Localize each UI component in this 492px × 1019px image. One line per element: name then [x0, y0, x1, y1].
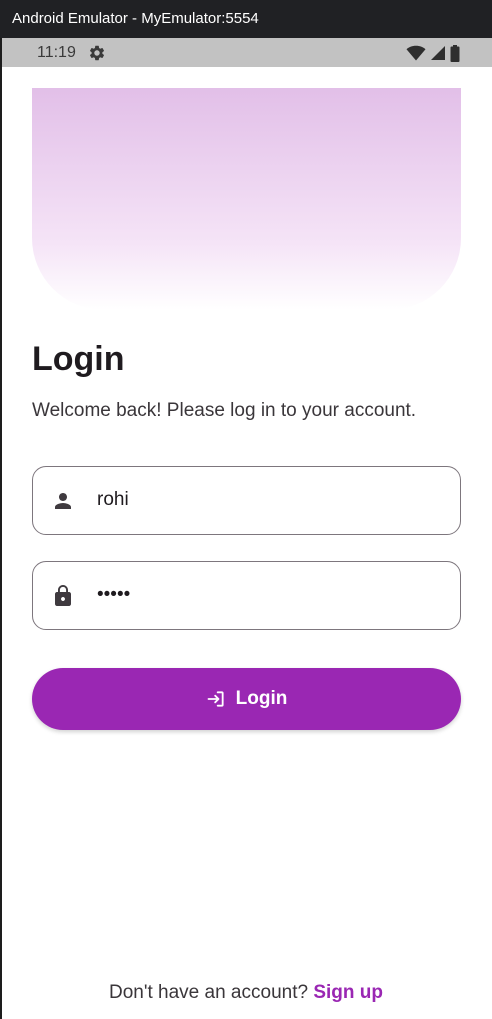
username-input[interactable] — [97, 467, 437, 533]
login-button-label: Login — [235, 688, 288, 709]
emulator-window: Android Emulator - MyEmulator:5554 11:19… — [0, 0, 492, 1019]
lock-icon — [55, 585, 71, 606]
window-left-edge — [0, 38, 2, 1019]
status-indicators — [406, 44, 460, 62]
wifi-icon — [406, 45, 426, 61]
page-subtitle: Welcome back! Please log in to your acco… — [32, 400, 417, 421]
android-status-bar: 11:19 — [2, 38, 492, 67]
password-input[interactable] — [97, 562, 437, 628]
cellular-signal-icon — [431, 46, 445, 60]
login-arrow-icon — [207, 691, 224, 707]
page-title: Login — [32, 340, 125, 378]
window-title-bar: Android Emulator - MyEmulator:5554 — [0, 0, 492, 38]
username-field[interactable] — [32, 466, 461, 535]
signup-link[interactable]: Sign up — [313, 982, 383, 1003]
status-time: 11:19 — [37, 44, 76, 61]
header-gradient-banner — [32, 88, 461, 310]
window-title: Android Emulator - MyEmulator:5554 — [12, 10, 259, 27]
signup-prompt: Don't have an account? — [109, 982, 309, 1003]
person-icon — [55, 493, 71, 509]
signup-prompt-row: Don't have an account? Sign up — [0, 982, 492, 1004]
settings-gear-icon — [89, 45, 105, 61]
battery-icon — [450, 44, 460, 62]
login-button[interactable]: Login — [32, 668, 461, 730]
password-field[interactable] — [32, 561, 461, 630]
